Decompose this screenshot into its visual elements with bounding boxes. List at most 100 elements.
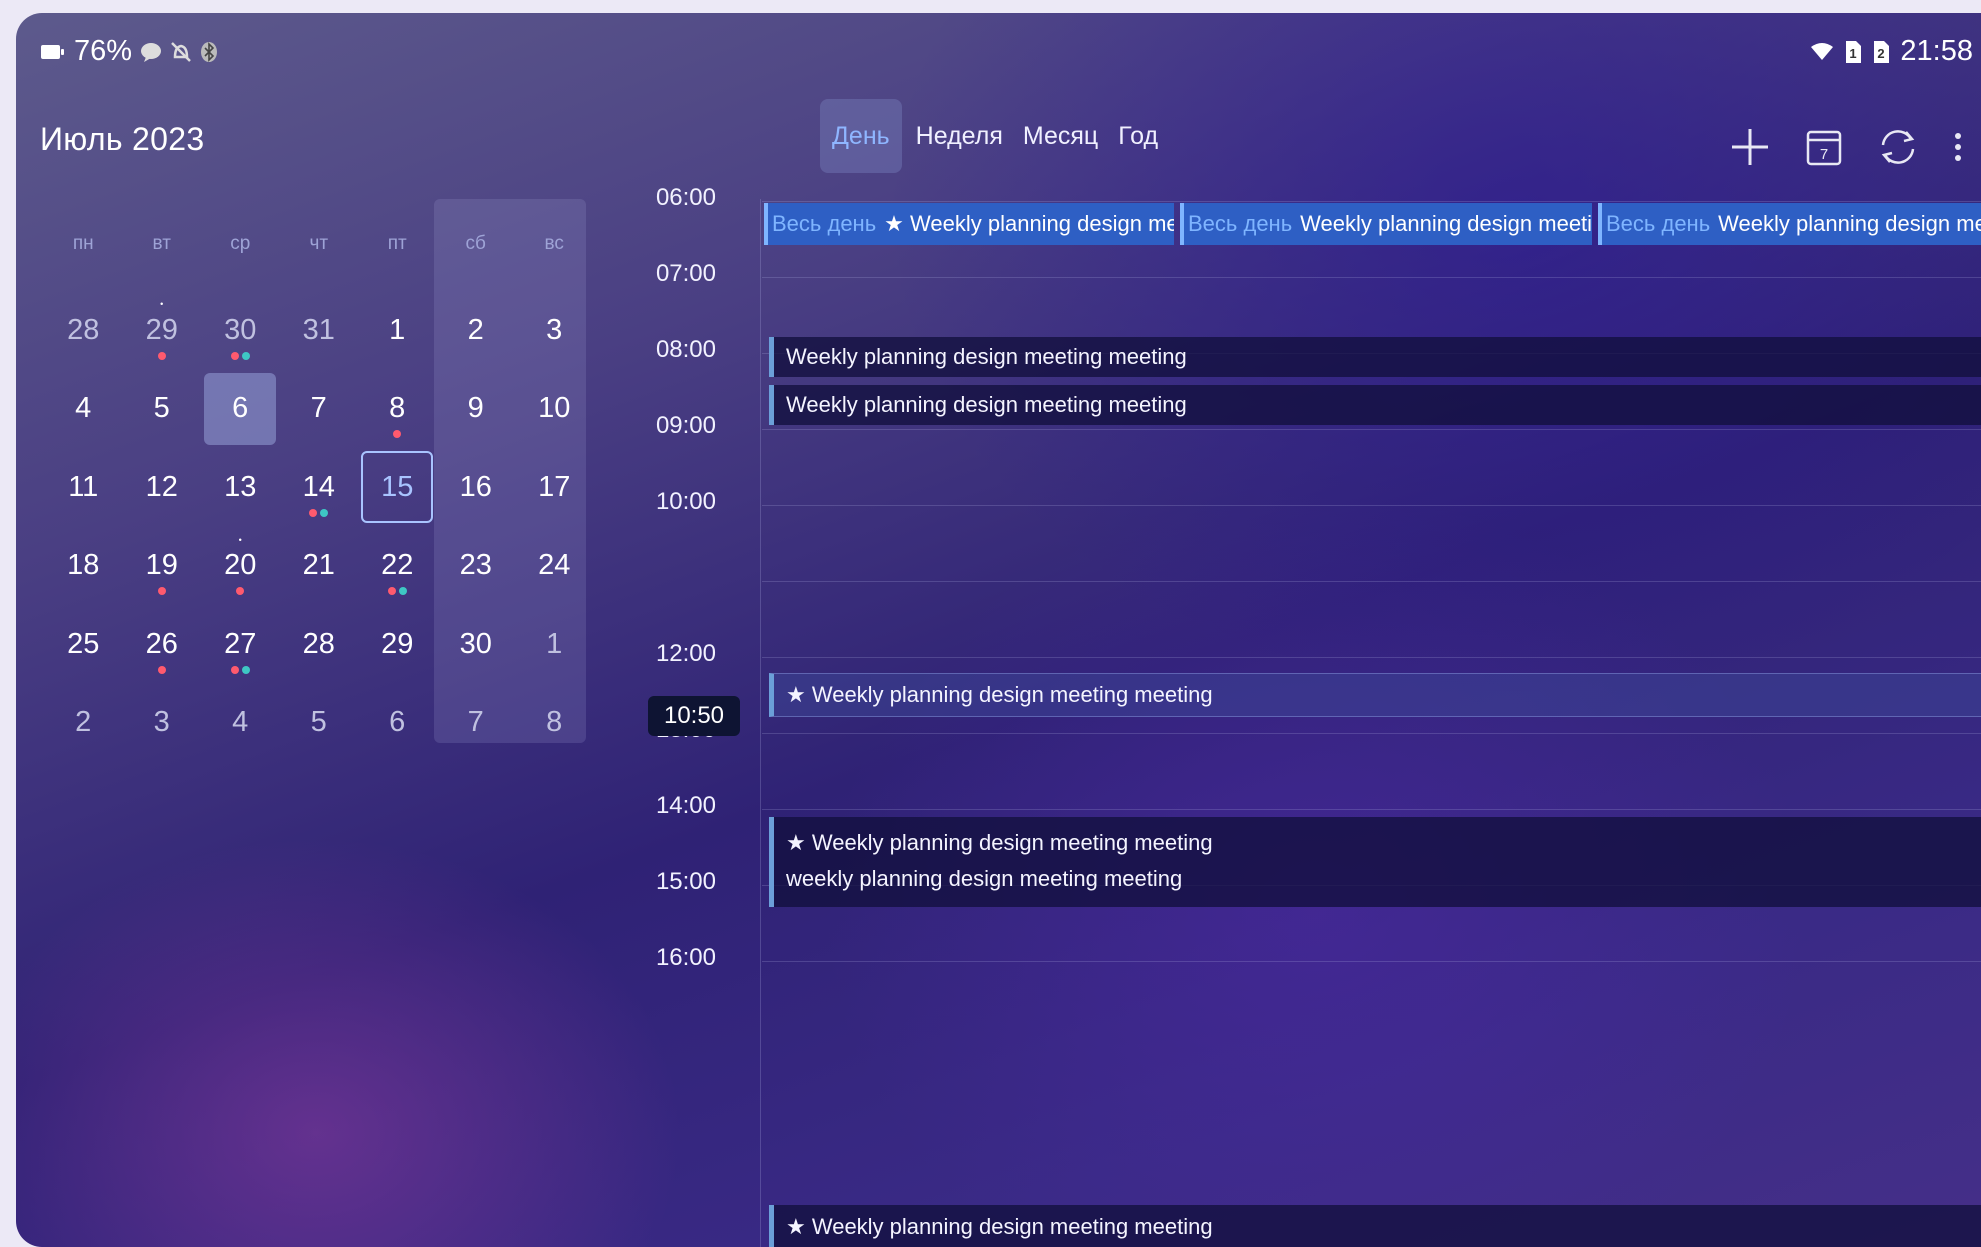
weekday-label: пт: [387, 233, 407, 254]
calendar-day[interactable]: 25: [44, 605, 123, 684]
calendar-day[interactable]: 5: [123, 370, 202, 449]
hour-label: 12:00: [655, 640, 716, 667]
calendar-day[interactable]: 9: [437, 370, 516, 449]
calendar-day[interactable]: 14: [280, 448, 359, 527]
calendar-day[interactable]: • 29: [123, 291, 202, 370]
calendar-day[interactable]: 23: [437, 527, 516, 606]
day-number: 9: [467, 392, 484, 425]
calendar-day[interactable]: 28: [44, 291, 123, 370]
hour-gridline: [762, 733, 1981, 734]
event-dot-icon: [320, 508, 329, 517]
hour-gridline: [762, 201, 1981, 202]
hour-label: 08:00: [655, 336, 716, 363]
calendar-week-row: 28 • 29 30 31 1 2 3: [44, 291, 594, 370]
calendar-day-today[interactable]: 15: [358, 448, 437, 527]
day-number: 31: [302, 313, 335, 346]
sync-button[interactable]: [1861, 117, 1935, 177]
day-number: 10: [538, 392, 571, 425]
day-number: 1: [546, 627, 563, 660]
calendar-day[interactable]: 8: [358, 370, 437, 449]
weekday-label: пн: [72, 233, 94, 254]
calendar-week-row: 2 3 4 5 6 7 8: [44, 684, 594, 763]
timeline-divider: [760, 199, 761, 1247]
all-day-events: Весь день ★ Weekly planning design meeti…: [764, 203, 1981, 245]
calendar-day[interactable]: 30: [437, 605, 516, 684]
hour-gridline: [762, 429, 1981, 430]
calendar-day[interactable]: 4: [201, 684, 280, 763]
hour-label: 14:00: [655, 792, 716, 819]
event-block[interactable]: ★ Weekly planning design meeting meeting: [769, 1205, 1981, 1247]
weekday-label: вс: [544, 233, 564, 254]
calendar-day[interactable]: 6: [358, 684, 437, 763]
calendar-day[interactable]: 3: [515, 291, 594, 370]
calendar-day[interactable]: 2: [437, 291, 516, 370]
add-event-button[interactable]: [1713, 117, 1787, 177]
calendar-day[interactable]: 22: [358, 527, 437, 606]
all-day-event[interactable]: Весь день ★ Weekly planning design meeti…: [764, 203, 1174, 245]
calendar-day[interactable]: 21: [280, 527, 359, 606]
event-marker-icon: •: [238, 534, 242, 545]
calendar-day[interactable]: 30: [201, 291, 280, 370]
calendar-day[interactable]: 19: [123, 527, 202, 606]
event-dots: [123, 351, 202, 360]
day-number: 2: [467, 313, 484, 346]
day-number: 4: [232, 706, 249, 739]
day-number: 12: [145, 470, 178, 503]
calendar-day[interactable]: 10: [515, 370, 594, 449]
day-number: 18: [67, 549, 100, 582]
calendar-day[interactable]: 13: [201, 448, 280, 527]
calendar-day[interactable]: 1: [358, 291, 437, 370]
weekday-label: чт: [309, 233, 329, 254]
hour-label: 09:00: [655, 412, 716, 439]
calendar-day[interactable]: 2: [44, 684, 123, 763]
all-day-event[interactable]: Весь день Weekly planning design meeting…: [1598, 203, 1981, 245]
go-to-today-button[interactable]: 7: [1787, 117, 1861, 177]
calendar-day[interactable]: 28: [280, 605, 359, 684]
calendar-day[interactable]: 27: [201, 605, 280, 684]
hour-label: 16:00: [655, 944, 716, 971]
calendar-day[interactable]: 11: [44, 448, 123, 527]
event-dot-icon: [393, 430, 402, 438]
calendar-day[interactable]: 17: [515, 448, 594, 527]
calendar-day[interactable]: 24: [515, 527, 594, 606]
month-title[interactable]: Июль 2023: [40, 121, 204, 158]
svg-text:1: 1: [1850, 46, 1857, 61]
calendar-day[interactable]: • 20: [201, 527, 280, 606]
calendar-day[interactable]: 1: [515, 605, 594, 684]
more-options-button[interactable]: [1935, 117, 1981, 177]
tab-month[interactable]: Месяц: [1013, 99, 1108, 173]
event-dots: [201, 587, 280, 595]
calendar-day[interactable]: 4: [44, 370, 123, 449]
calendar-day[interactable]: 7: [437, 684, 516, 763]
calendar-day[interactable]: 18: [44, 527, 123, 606]
calendar-day-selected[interactable]: 6: [201, 370, 280, 449]
hour-gridline: [762, 809, 1981, 810]
day-number: 28: [302, 627, 335, 660]
current-event-block[interactable]: ★ Weekly planning design meeting meeting: [769, 673, 1981, 717]
calendar-day[interactable]: 31: [280, 291, 359, 370]
event-block[interactable]: Weekly planning design meeting meeting: [769, 337, 1981, 377]
calendar-day[interactable]: 3: [123, 684, 202, 763]
bluetooth-icon: [200, 41, 218, 63]
tab-day[interactable]: День: [820, 99, 902, 173]
day-number: 15: [381, 470, 414, 503]
calendar-day[interactable]: 16: [437, 448, 516, 527]
hour-gridline: [762, 505, 1981, 506]
svg-text:2: 2: [1878, 46, 1885, 61]
calendar-day[interactable]: 5: [280, 684, 359, 763]
tab-year[interactable]: Год: [1108, 99, 1168, 173]
event-block[interactable]: Weekly planning design meeting meeting: [769, 385, 1981, 425]
day-number: 7: [467, 706, 484, 739]
day-number: 5: [153, 392, 170, 425]
event-dots: [280, 508, 359, 517]
calendar-day[interactable]: 8: [515, 684, 594, 763]
event-block[interactable]: ★ Weekly planning design meeting meeting…: [769, 817, 1981, 907]
tab-week[interactable]: Неделя: [906, 99, 1013, 173]
calendar-day[interactable]: 12: [123, 448, 202, 527]
calendar-day[interactable]: 7: [280, 370, 359, 449]
all-day-event[interactable]: Весь день Weekly planning design meeting…: [1180, 203, 1592, 245]
calendar-day[interactable]: 26: [123, 605, 202, 684]
calendar-day[interactable]: 29: [358, 605, 437, 684]
hour-label: 07:00: [655, 260, 716, 287]
no-notifications-icon: [170, 41, 192, 63]
